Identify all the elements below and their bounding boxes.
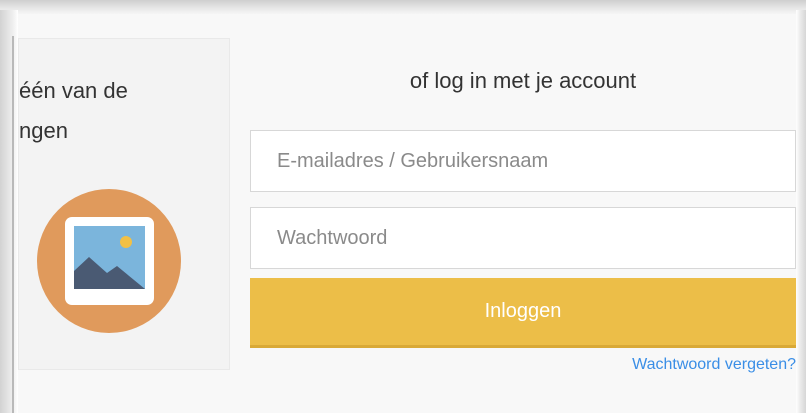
password-input[interactable] — [250, 207, 796, 269]
image-placeholder-icon[interactable] — [37, 189, 181, 333]
window-right-shadow — [796, 10, 806, 413]
window-left-border — [12, 36, 14, 413]
email-username-input[interactable] — [250, 130, 796, 192]
photo-sun — [120, 236, 132, 248]
window-left-shadow — [0, 10, 18, 413]
window-top-shadow — [0, 0, 806, 14]
login-form-title: of log in met je account — [409, 68, 637, 93]
login-button[interactable]: Inloggen — [250, 278, 796, 348]
social-login-text-line-2: ngen — [19, 118, 68, 143]
image-placeholder-graphic — [65, 217, 154, 305]
forgot-password-link[interactable]: Wachtwoord vergeten? — [632, 356, 796, 374]
login-screen: één van de ngen of log in met je account… — [0, 0, 806, 413]
social-login-text-line-1: één van de — [19, 78, 128, 103]
social-login-text: één van de ngen — [19, 71, 128, 151]
social-login-panel: één van de ngen — [18, 38, 230, 370]
